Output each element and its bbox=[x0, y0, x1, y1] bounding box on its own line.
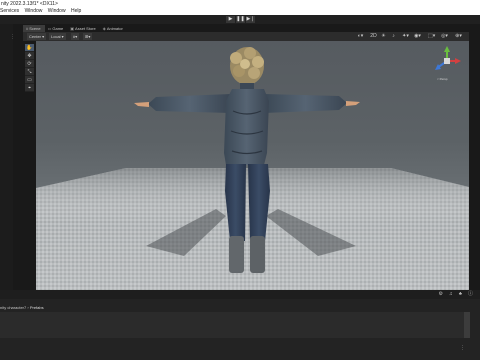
2d-toggle-button[interactable]: 2D bbox=[370, 33, 377, 40]
project-scrollbar[interactable] bbox=[464, 312, 470, 338]
gizmo-center[interactable] bbox=[444, 58, 450, 64]
editor-tabs: # Scene ▭ Game ▣ Asset Store ◈ Animator bbox=[23, 25, 127, 32]
character-left-leg bbox=[225, 164, 246, 241]
settings-icon[interactable]: ⚙ bbox=[438, 291, 442, 298]
gizmo-persp-label[interactable]: < Persp bbox=[437, 77, 447, 81]
character-left-hand bbox=[134, 102, 149, 107]
music-icon[interactable]: ♫ bbox=[449, 291, 453, 298]
info-icon[interactable]: ⓘ bbox=[468, 291, 473, 298]
scene-toolbar: Center ▾ Local ▾ #▾ ⊞▾ ◐▾ 2D ☀ ♪ ✦▾ ◉▾ ⬚… bbox=[23, 32, 469, 41]
grid-snap-dropdown[interactable]: #▾ bbox=[71, 33, 80, 40]
window-title: nity 2022.3.13f1* <DX11> bbox=[0, 0, 480, 8]
character-right-leg bbox=[248, 164, 270, 241]
scene-icon: # bbox=[26, 26, 29, 31]
breadcrumb: nity character7 › Prefabs bbox=[0, 305, 44, 311]
shading-mode-icon[interactable]: ◐▾ bbox=[357, 33, 364, 40]
scene-viewport[interactable] bbox=[36, 41, 469, 290]
breadcrumb-parent[interactable]: nity character7 bbox=[0, 305, 26, 310]
character-right-hand bbox=[346, 101, 360, 106]
gizmo-x-cone[interactable] bbox=[455, 58, 461, 64]
club-icon[interactable]: ♣ bbox=[459, 291, 462, 298]
move-tool-icon[interactable]: ✥ bbox=[25, 52, 34, 60]
character-right-boot bbox=[250, 236, 265, 273]
kebab-menu-icon[interactable]: ⋮ bbox=[10, 34, 15, 40]
asset-store-icon: ▣ bbox=[70, 26, 75, 31]
tools-icon[interactable]: ◎▾ bbox=[441, 33, 448, 40]
hand-tool-icon[interactable]: ✋ bbox=[25, 44, 34, 52]
menu-item-window[interactable]: Window bbox=[48, 8, 66, 14]
character-model[interactable] bbox=[36, 41, 469, 290]
menu-item-help[interactable]: Help bbox=[71, 8, 81, 14]
menu-item-window[interactable]: Window bbox=[25, 8, 43, 14]
menu-item-services[interactable]: Services bbox=[0, 8, 19, 14]
gizmos-icon[interactable]: ⊕▾ bbox=[455, 33, 462, 40]
audio-icon[interactable]: ♪ bbox=[390, 33, 397, 40]
animator-icon: ◈ bbox=[102, 26, 106, 31]
pivot-center-dropdown[interactable]: Center ▾ bbox=[27, 33, 47, 40]
lower-panel-header: ⚙ ♫ ♣ ⓘ bbox=[0, 290, 480, 299]
lighting-icon[interactable]: ☀ bbox=[380, 33, 387, 40]
menu-bar: Services Window Window Help bbox=[0, 8, 480, 15]
tab-game[interactable]: ▭ Game bbox=[45, 25, 68, 32]
tab-scene[interactable]: # Scene bbox=[23, 25, 45, 32]
visibility-icon[interactable]: ◉▾ bbox=[414, 33, 421, 40]
orientation-gizmo[interactable] bbox=[430, 44, 464, 78]
viewport-tool-palette: ✋ ✥ ⟳ ⤡ ▭ ⌖ bbox=[25, 44, 34, 92]
left-gutter: ⋮ bbox=[0, 24, 15, 297]
breadcrumb-current[interactable]: Prefabs bbox=[30, 305, 44, 310]
rotate-tool-icon[interactable]: ⟳ bbox=[25, 60, 34, 68]
play-button[interactable]: ▶ bbox=[226, 16, 235, 23]
game-icon: ▭ bbox=[47, 26, 52, 31]
step-button[interactable]: ▶❘ bbox=[246, 16, 255, 23]
character-left-arm bbox=[148, 94, 231, 113]
transform-tool-icon[interactable]: ⌖ bbox=[25, 84, 34, 92]
character-right-arm bbox=[264, 94, 347, 113]
increment-snap-dropdown[interactable]: ⊞▾ bbox=[83, 33, 93, 40]
character-left-boot bbox=[229, 236, 244, 273]
tab-asset-store[interactable]: ▣ Asset Store bbox=[67, 25, 99, 32]
gizmo-y-cone[interactable] bbox=[444, 46, 450, 52]
scale-tool-icon[interactable]: ⤡ bbox=[25, 68, 34, 76]
tab-animator[interactable]: ◈ Animator bbox=[100, 25, 127, 32]
camera-icon[interactable]: ⬚▾ bbox=[428, 33, 435, 40]
breadcrumb-separator: › bbox=[27, 305, 29, 310]
effects-icon[interactable]: ✦▾ bbox=[402, 33, 409, 40]
rect-tool-icon[interactable]: ▭ bbox=[25, 76, 34, 84]
character-hair bbox=[230, 47, 264, 85]
lower-panel-icons: ⚙ ♫ ♣ ⓘ bbox=[438, 291, 473, 298]
project-content-area[interactable] bbox=[0, 312, 464, 338]
pause-button[interactable]: ❚❚ bbox=[236, 16, 245, 23]
pivot-local-dropdown[interactable]: Local ▾ bbox=[49, 33, 66, 40]
main-toolbar: ▶ ❚❚ ▶❘ bbox=[0, 15, 480, 24]
play-controls: ▶ ❚❚ ▶❘ bbox=[226, 16, 255, 23]
panel-more-icon[interactable]: ⋮ bbox=[460, 345, 465, 351]
